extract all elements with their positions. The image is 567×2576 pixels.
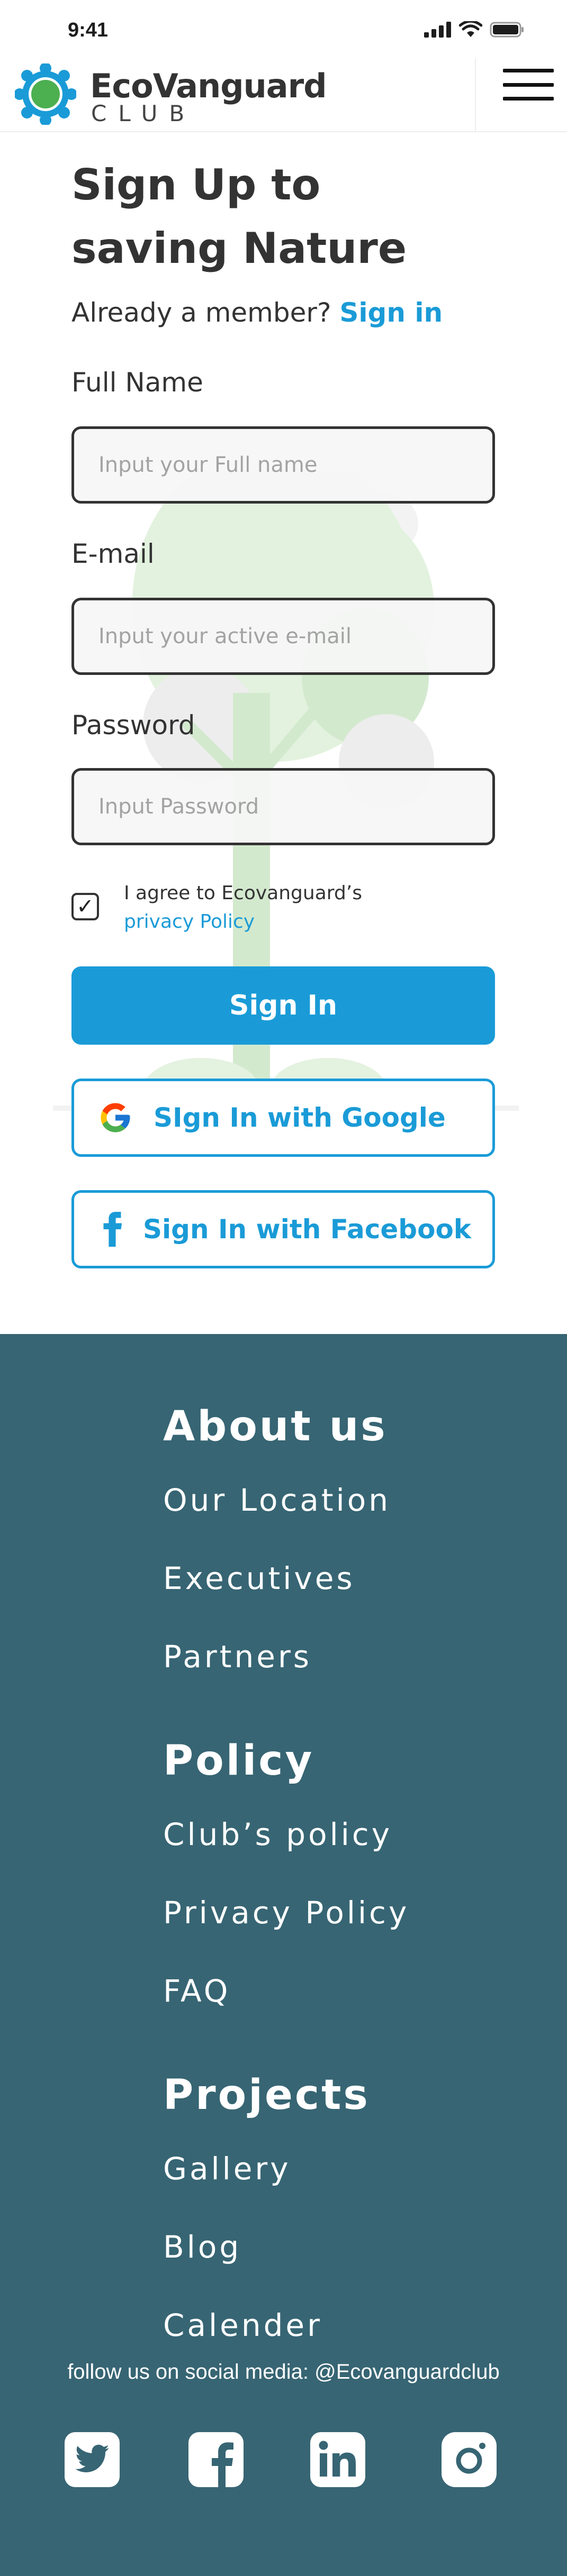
google-icon — [97, 1100, 133, 1136]
footer-heading-about: About us — [163, 1403, 388, 1450]
brand-name: EcoVanguard — [90, 67, 327, 105]
google-sign-in-button[interactable]: SIgn In with Google — [71, 1079, 495, 1157]
header-divider — [475, 58, 476, 132]
app-header: EcoVanguard CLUB — [0, 58, 567, 132]
battery-icon — [490, 22, 524, 38]
signup-form: Sign Up to saving Nature Already a membe… — [0, 132, 567, 1333]
menu-icon — [503, 69, 554, 72]
footer-link-our-location[interactable]: Our Location — [163, 1482, 391, 1518]
footer-link-partners[interactable]: Partners — [163, 1639, 312, 1675]
facebook-icon — [94, 1211, 130, 1247]
menu-icon-bar — [503, 83, 554, 87]
facebook-sign-in-button[interactable]: Sign In with Facebook — [71, 1190, 495, 1268]
agree-label: I agree to Ecovanguard’s — [124, 882, 362, 904]
full-name-input[interactable] — [71, 426, 495, 504]
footer-link-faq[interactable]: FAQ — [163, 1973, 230, 2009]
signal-icon — [424, 22, 451, 38]
email-input[interactable] — [71, 598, 495, 675]
footer-link-privacy-policy[interactable]: Privacy Policy — [163, 1895, 409, 1931]
facebook-icon[interactable] — [188, 2432, 244, 2487]
sign-in-link[interactable]: Sign in — [339, 297, 443, 328]
footer-link-gallery[interactable]: Gallery — [163, 2151, 291, 2187]
twitter-icon[interactable] — [65, 2432, 120, 2487]
footer-heading-policy: Policy — [163, 1737, 314, 1785]
status-bar: 9:41 — [0, 0, 567, 58]
agree-checkbox[interactable]: ✓ — [71, 893, 99, 920]
sign-in-button[interactable]: Sign In — [71, 966, 495, 1045]
password-label: Password — [71, 710, 195, 741]
password-input[interactable] — [71, 768, 495, 845]
linkedin-icon[interactable] — [310, 2432, 365, 2487]
member-prompt-text: Already a member? — [71, 297, 331, 328]
menu-icon-bar — [503, 97, 554, 101]
footer-link-executives[interactable]: Executives — [163, 1560, 355, 1596]
page-title: Sign Up to saving Nature — [71, 160, 407, 273]
status-icons — [424, 21, 525, 38]
instagram-icon[interactable] — [442, 2432, 497, 2487]
hamburger-menu-button[interactable] — [503, 62, 554, 107]
email-label: E-mail — [71, 538, 155, 569]
logo-icon — [15, 63, 76, 125]
member-prompt: Already a member? Sign in — [71, 297, 443, 328]
facebook-button-label: Sign In with Facebook — [143, 1214, 472, 1245]
brand-subtitle: CLUB — [91, 101, 196, 126]
social-follow-text: follow us on social media: @Ecovanguardc… — [67, 2360, 500, 2383]
footer-heading-projects: Projects — [163, 2071, 370, 2119]
full-name-label: Full Name — [71, 367, 203, 398]
footer-link-calender[interactable]: Calender — [163, 2307, 322, 2343]
agree-text: I agree to Ecovanguard’s privacy Policy — [124, 879, 362, 936]
checkmark-icon: ✓ — [76, 894, 94, 919]
wifi-icon — [459, 21, 482, 37]
footer-link-blog[interactable]: Blog — [163, 2229, 241, 2265]
footer-link-clubs-policy[interactable]: Club’s policy — [163, 1816, 392, 1852]
site-footer: About us Our Location Executives Partner… — [0, 1334, 567, 2576]
google-button-label: SIgn In with Google — [154, 1102, 446, 1133]
status-time: 9:41 — [68, 19, 109, 41]
privacy-policy-link[interactable]: privacy Policy — [124, 908, 362, 936]
